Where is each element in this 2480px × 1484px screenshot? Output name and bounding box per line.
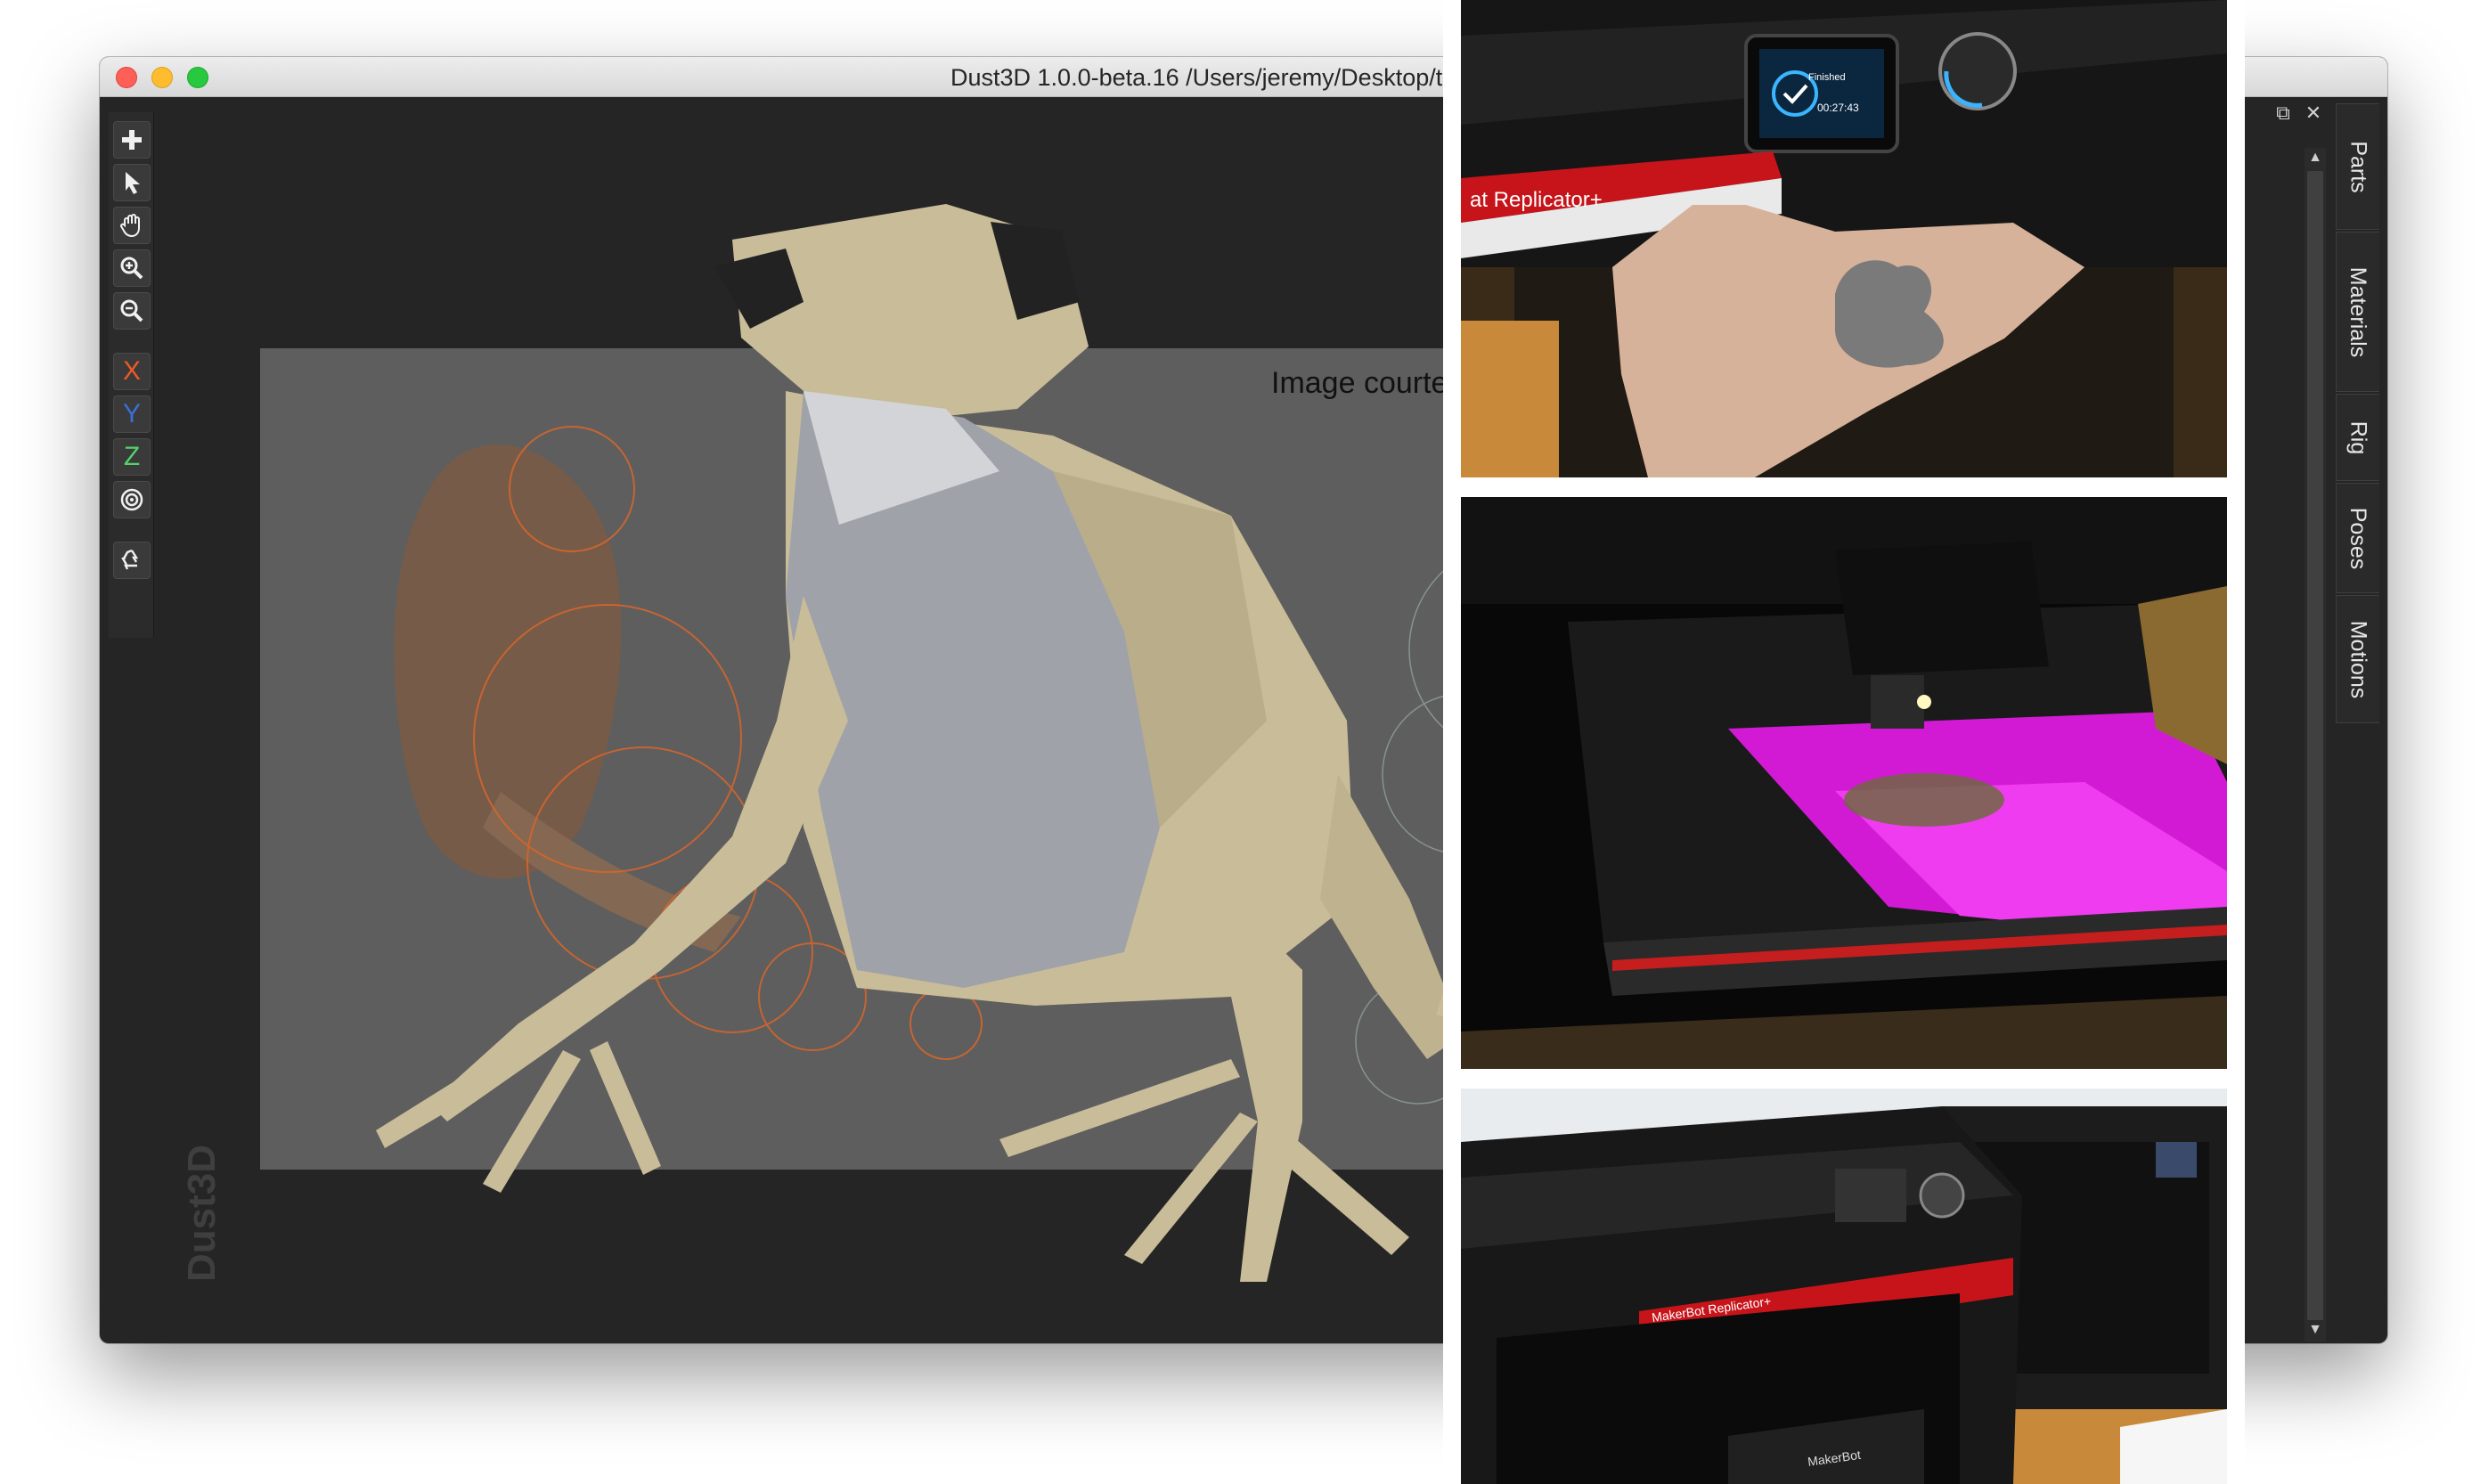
photo-printer-hand: at Replicator+ Finished 00:27:43 (1461, 0, 2227, 477)
radius-button[interactable] (113, 481, 151, 518)
target-icon (120, 488, 143, 511)
regenerate-button[interactable] (113, 542, 151, 579)
pointer-icon (126, 172, 140, 194)
photo-printer-exterior: MakerBot Replicator+ MakerBot (1461, 1089, 2227, 1484)
close-window-button[interactable] (116, 67, 137, 88)
maximize-window-button[interactable] (187, 67, 208, 88)
recycle-icon (121, 549, 139, 570)
tool-bar: X Y Z (109, 112, 154, 638)
minimize-window-button[interactable] (151, 67, 173, 88)
dock-scroll-thumb[interactable] (2307, 171, 2323, 1320)
photo-1-status: Finished (1808, 72, 1846, 83)
tab-rig[interactable]: Rig (2336, 394, 2379, 481)
add-button[interactable] (113, 121, 151, 159)
plus-icon (122, 130, 142, 150)
zoom-out-button[interactable] (113, 292, 151, 330)
hand-icon (120, 214, 140, 238)
float-icon[interactable]: ⧉ (2273, 103, 2293, 123)
x-axis-toggle[interactable]: X (113, 353, 151, 390)
tab-motions[interactable]: Motions (2336, 595, 2379, 723)
zoom-out-icon (120, 299, 143, 322)
tab-parts[interactable]: Parts (2336, 103, 2379, 230)
zoom-in-icon (120, 257, 143, 280)
photo-print-bed (1461, 497, 2227, 1069)
z-axis-toggle[interactable]: Z (113, 438, 151, 476)
close-icon[interactable]: ✕ (2304, 103, 2323, 123)
select-button[interactable] (113, 164, 151, 201)
scroll-up-icon[interactable]: ▲ (2305, 148, 2326, 167)
tab-poses[interactable]: Poses (2336, 483, 2379, 593)
photo-1-time: 00:27:43 (1817, 102, 1859, 114)
pan-button[interactable] (113, 207, 151, 244)
photo-1-brand: at Replicator+ (1470, 188, 1603, 212)
scroll-down-icon[interactable]: ▼ (2305, 1320, 2326, 1340)
app-watermark: Dust3D (180, 1144, 224, 1282)
y-axis-toggle[interactable]: Y (113, 395, 151, 433)
photo-collage: at Replicator+ Finished 00:27:43 MakerBo… (1443, 0, 2245, 1484)
tab-materials[interactable]: Materials (2336, 232, 2379, 392)
zoom-in-button[interactable] (113, 249, 151, 287)
